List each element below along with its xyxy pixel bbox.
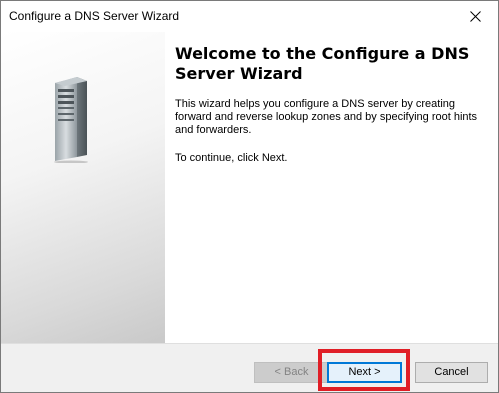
wizard-content: Welcome to the Configure a DNS Server Wi… (165, 32, 498, 343)
page-title: Welcome to the Configure a DNS Server Wi… (175, 44, 470, 83)
button-bar: < Back Next > Cancel (1, 343, 498, 392)
continue-instruction: To continue, click Next. (175, 152, 288, 164)
wizard-side-banner (1, 32, 165, 343)
close-icon (470, 11, 481, 22)
server-icon (54, 77, 88, 163)
wizard-description: This wizard helps you configure a DNS se… (175, 98, 478, 136)
title-bar: Configure a DNS Server Wizard (1, 1, 498, 32)
next-button[interactable]: Next > (327, 362, 402, 383)
back-button[interactable]: < Back (254, 362, 329, 383)
wizard-window: Configure a DNS Server Wizard Welcome to… (0, 0, 499, 393)
window-title: Configure a DNS Server Wizard (9, 9, 180, 23)
cancel-button[interactable]: Cancel (415, 362, 488, 383)
close-button[interactable] (452, 1, 498, 32)
